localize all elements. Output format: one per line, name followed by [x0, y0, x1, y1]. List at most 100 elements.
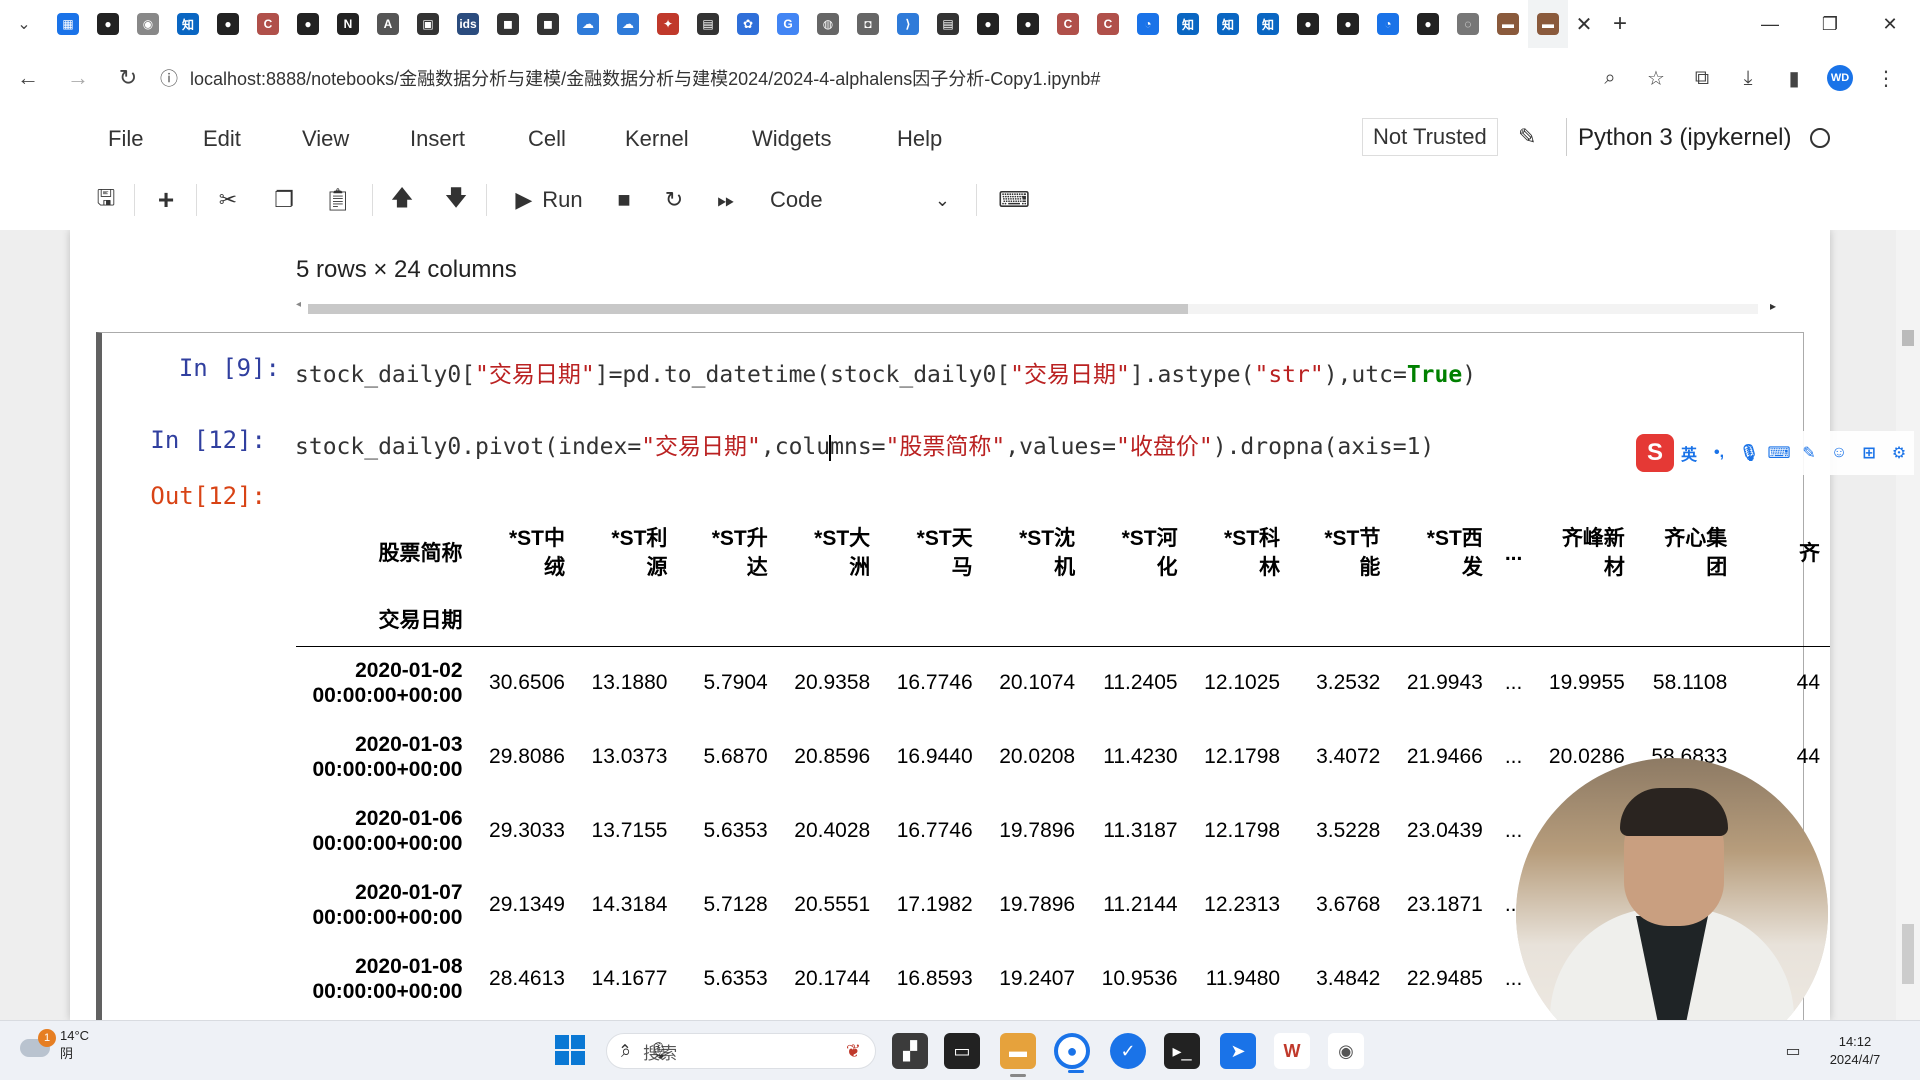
- scrollbar-thumb[interactable]: [308, 304, 1188, 314]
- download-icon[interactable]: ⤓: [1726, 56, 1770, 100]
- tab-book-icon[interactable]: ▤: [688, 0, 728, 48]
- show-hidden-icons-chevron-icon[interactable]: ⌃: [608, 1041, 642, 1061]
- ime-microphone-icon[interactable]: 🎙︎: [1734, 443, 1764, 463]
- run-button[interactable]: ▶ Run: [504, 180, 594, 220]
- menu-cell[interactable]: Cell: [528, 126, 566, 152]
- ime-language-toggle[interactable]: 英: [1674, 441, 1704, 465]
- tab-close-icon[interactable]: ✕: [1568, 0, 1600, 48]
- tab-compass-icon[interactable]: ◔: [1128, 0, 1168, 48]
- tab-zhihu-icon[interactable]: 知: [1248, 0, 1288, 48]
- taskbar-clock[interactable]: 14:12 2024/4/7: [1810, 1033, 1900, 1069]
- window-close-icon[interactable]: ✕: [1860, 0, 1920, 48]
- tab-doc-icon[interactable]: ◘: [848, 0, 888, 48]
- menu-file[interactable]: File: [108, 126, 143, 152]
- restart-icon[interactable]: ↻: [656, 180, 692, 220]
- tab-github-icon[interactable]: ●: [1008, 0, 1048, 48]
- paste-icon[interactable]: 📋︎: [320, 180, 356, 220]
- tab-zhihu-icon[interactable]: 知: [1168, 0, 1208, 48]
- tab-github-icon[interactable]: ●: [288, 0, 328, 48]
- tab-globe-icon[interactable]: ◍: [808, 0, 848, 48]
- tab-github-icon[interactable]: ●: [1328, 0, 1368, 48]
- save-icon[interactable]: 🖫: [88, 180, 124, 220]
- keyboard-icon[interactable]: ⌨: [994, 180, 1034, 220]
- tab-c-site-icon[interactable]: C: [1048, 0, 1088, 48]
- tab-record-icon[interactable]: ◉: [128, 0, 168, 48]
- cut-scissors-icon[interactable]: ✂: [210, 180, 246, 220]
- tab-notion-icon[interactable]: N: [328, 0, 368, 48]
- move-down-arrow-icon[interactable]: 🡇: [438, 180, 474, 220]
- scrollbar-thumb[interactable]: [1902, 924, 1914, 984]
- scroll-left-arrow-icon[interactable]: ◂: [296, 299, 301, 310]
- microphone-icon[interactable]: 🎙︎: [642, 1041, 676, 1061]
- cell-type-dropdown[interactable]: Code ⌄: [760, 180, 960, 220]
- move-up-arrow-icon[interactable]: 🡅: [384, 180, 420, 220]
- tab-vscode-icon[interactable]: ⟩: [888, 0, 928, 48]
- tab-paw-icon[interactable]: ✿: [728, 0, 768, 48]
- scrollbar-thumb[interactable]: [1902, 330, 1914, 346]
- restart-run-all-icon[interactable]: ⏩︎: [706, 180, 746, 220]
- tab-c-site-icon[interactable]: C: [1088, 0, 1128, 48]
- page-vertical-scrollbar[interactable]: [1896, 230, 1920, 1020]
- tab-ebook-icon[interactable]: ▬: [1488, 0, 1528, 48]
- menu-help[interactable]: Help: [897, 126, 942, 152]
- tab-book-icon[interactable]: ▤: [928, 0, 968, 48]
- sogou-ime-logo-icon[interactable]: S: [1636, 434, 1674, 472]
- ime-chat-icon[interactable]: ☺: [1824, 444, 1854, 462]
- tab-ebook-icon[interactable]: ▬: [1528, 0, 1568, 48]
- ime-toolbox-icon[interactable]: ⊞: [1854, 443, 1884, 463]
- minimize-icon[interactable]: —: [1740, 0, 1800, 48]
- ime-keyboard-icon[interactable]: ⌨: [1764, 443, 1794, 463]
- tab-zhihu-icon[interactable]: 知: [1208, 0, 1248, 48]
- tab-github-icon[interactable]: ●: [208, 0, 248, 48]
- tab-github-icon[interactable]: ●: [1288, 0, 1328, 48]
- tab-dark-icon[interactable]: ◼: [528, 0, 568, 48]
- scroll-right-arrow-icon[interactable]: ▸: [1770, 299, 1776, 313]
- pencil-edit-icon[interactable]: ✎: [1518, 124, 1536, 150]
- tab-loading-icon[interactable]: ◌: [1448, 0, 1488, 48]
- tab-compass-icon[interactable]: ◔: [1368, 0, 1408, 48]
- menu-widgets[interactable]: Widgets: [752, 126, 831, 152]
- display-icon[interactable]: ▭: [1776, 1041, 1810, 1061]
- extensions-puzzle-icon[interactable]: ⧉: [1680, 56, 1724, 100]
- windows-start-icon[interactable]: [555, 1035, 585, 1065]
- menu-edit[interactable]: Edit: [203, 126, 241, 152]
- menu-view[interactable]: View: [302, 126, 349, 152]
- tab-github-icon[interactable]: ●: [968, 0, 1008, 48]
- menu-insert[interactable]: Insert: [410, 126, 465, 152]
- side-panel-icon[interactable]: ▮: [1772, 56, 1816, 100]
- insert-cell-plus-icon[interactable]: +: [148, 180, 184, 220]
- tab-cloud-icon[interactable]: ☁: [608, 0, 648, 48]
- forward-arrow-icon[interactable]: →: [56, 56, 100, 100]
- tab-bilibili-icon[interactable]: ▣: [408, 0, 448, 48]
- tab-search-chevron-icon[interactable]: ⌄: [0, 0, 48, 48]
- profile-avatar[interactable]: WD: [1818, 56, 1862, 100]
- maximize-icon[interactable]: ❐: [1800, 0, 1860, 48]
- tab-dark-icon[interactable]: ◼: [488, 0, 528, 48]
- site-info-icon[interactable]: ⓘ: [160, 65, 178, 91]
- cell-12-code[interactable]: stock_daily0.pivot(index="交易日期",columns=…: [288, 420, 1441, 468]
- tab-calendar-icon[interactable]: ▦: [48, 0, 88, 48]
- back-arrow-icon[interactable]: ←: [6, 56, 50, 100]
- tab-github-icon[interactable]: ●: [1408, 0, 1448, 48]
- reload-icon[interactable]: ↻: [106, 56, 150, 100]
- new-tab-button[interactable]: +: [1600, 0, 1640, 48]
- tab-github-icon[interactable]: ●: [88, 0, 128, 48]
- copy-icon[interactable]: ❐: [266, 180, 302, 220]
- trusted-badge[interactable]: Not Trusted: [1362, 118, 1498, 156]
- zoom-icon[interactable]: ⌕: [1588, 56, 1632, 100]
- tab-cloud-icon[interactable]: ☁: [568, 0, 608, 48]
- tab-google-icon[interactable]: G: [768, 0, 808, 48]
- weather-widget[interactable]: 1 14°C 阴: [20, 1027, 89, 1063]
- browser-menu-icon[interactable]: ⋮: [1864, 56, 1908, 100]
- kernel-name[interactable]: Python 3 (ipykernel): [1578, 124, 1791, 152]
- tab-ids-icon[interactable]: ids: [448, 0, 488, 48]
- url-field[interactable]: ⓘ localhost:8888/notebooks/金融数据分析与建模/金融数…: [160, 58, 1540, 98]
- menu-kernel[interactable]: Kernel: [625, 126, 689, 152]
- tab-ai-icon[interactable]: A: [368, 0, 408, 48]
- tab-runner-icon[interactable]: ✦: [648, 0, 688, 48]
- output-horizontal-scrollbar[interactable]: ◂ ▸: [296, 299, 1776, 316]
- ime-skin-icon[interactable]: ✎: [1794, 443, 1824, 463]
- bookmark-star-icon[interactable]: ☆: [1634, 56, 1678, 100]
- tab-zhihu-icon[interactable]: 知: [168, 0, 208, 48]
- tab-c-site-icon[interactable]: C: [248, 0, 288, 48]
